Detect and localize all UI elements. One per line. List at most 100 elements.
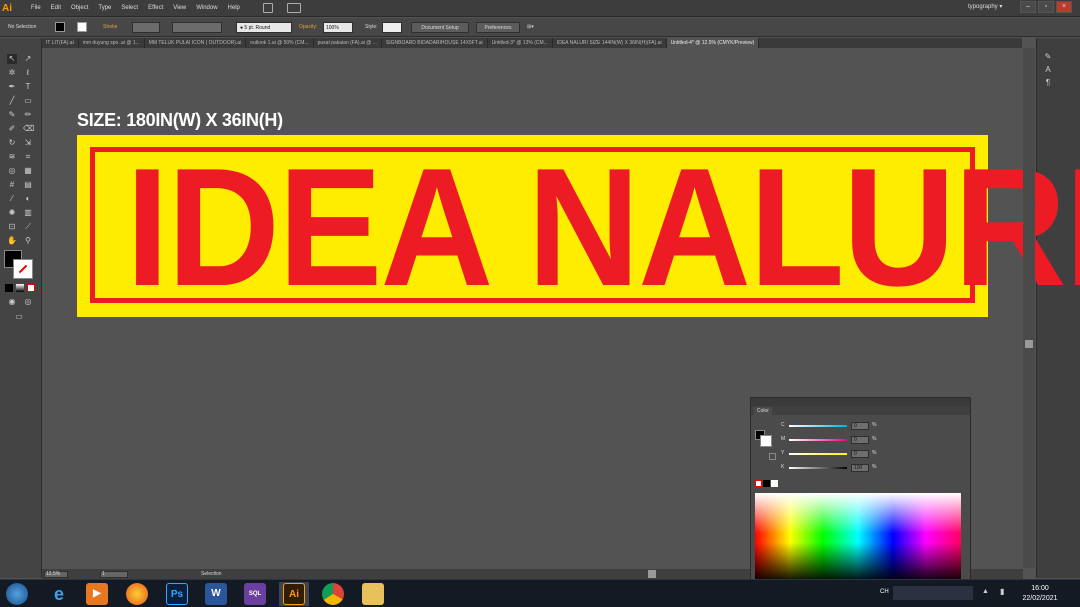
- perspective-grid-tool-icon[interactable]: ▦: [23, 166, 33, 176]
- character-panel-icon[interactable]: A: [1043, 65, 1053, 75]
- system-clock[interactable]: 16:00 22/02/2021: [1016, 584, 1064, 604]
- tab-document[interactable]: SIGNBOARD BIDADARIHOUSE 14X5FT.ai: [382, 38, 488, 48]
- stroke-swatch[interactable]: [77, 22, 87, 32]
- zoom-field[interactable]: 12.5%: [44, 571, 68, 578]
- menu-help[interactable]: Help: [223, 0, 245, 17]
- none-mode-icon[interactable]: [27, 284, 35, 292]
- lasso-tool-icon[interactable]: ℓ: [23, 68, 33, 78]
- tab-document[interactable]: pusat pakaian (FA).ai @ ...: [314, 38, 382, 48]
- graphic-style-picker[interactable]: [382, 22, 402, 33]
- taskbar-chrome[interactable]: [318, 582, 348, 606]
- stroke-weight-field[interactable]: [132, 22, 160, 33]
- menu-type[interactable]: Type: [93, 0, 116, 17]
- blend-tool-icon[interactable]: ◐: [23, 194, 33, 204]
- taskbar-firefox[interactable]: [122, 582, 152, 606]
- black-swatch[interactable]: [763, 480, 770, 487]
- cyan-slider[interactable]: [789, 425, 847, 427]
- zoom-tool-icon[interactable]: ⚲: [23, 236, 33, 246]
- symbol-sprayer-tool-icon[interactable]: ✺: [7, 208, 17, 218]
- gradient-tool-icon[interactable]: ▤: [23, 180, 33, 190]
- taskbar-ie[interactable]: e: [44, 582, 74, 606]
- out-of-gamut-icon[interactable]: [769, 453, 776, 460]
- network-icon[interactable]: ▮: [1000, 587, 1004, 596]
- close-button[interactable]: ×: [1056, 1, 1072, 13]
- taskbar-illustrator[interactable]: Ai: [279, 582, 309, 606]
- eyedropper-tool-icon[interactable]: ⁄: [7, 194, 17, 204]
- workspace-switcher[interactable]: typography ▾: [968, 3, 1002, 10]
- eraser-tool-icon[interactable]: ⌫: [23, 124, 34, 134]
- pen-tool-icon[interactable]: ✒: [7, 82, 17, 92]
- mesh-tool-icon[interactable]: #: [7, 180, 17, 190]
- menu-effect[interactable]: Effect: [143, 0, 168, 17]
- shape-builder-tool-icon[interactable]: ◎: [7, 166, 17, 176]
- opacity-field[interactable]: 100%: [323, 22, 353, 33]
- taskbar-media-player[interactable]: ▶: [82, 582, 112, 606]
- draw-behind-icon[interactable]: ◎: [23, 297, 33, 307]
- panel-header[interactable]: [751, 398, 970, 406]
- cyan-value[interactable]: 0: [851, 422, 869, 430]
- arrange-icon[interactable]: ⊞▾: [527, 22, 534, 33]
- magenta-slider[interactable]: [789, 439, 847, 441]
- fill-swatch[interactable]: [55, 22, 65, 32]
- bridge-icon[interactable]: [263, 3, 273, 13]
- tab-document[interactable]: MM TELUK PULAI ICON ( OUTDOOR).ai: [145, 38, 247, 48]
- paragraph-panel-icon[interactable]: ¶: [1043, 78, 1053, 88]
- menu-object[interactable]: Object: [66, 0, 93, 17]
- menu-window[interactable]: Window: [191, 0, 222, 17]
- width-tool-icon[interactable]: ≋: [7, 152, 17, 162]
- color-mode-icon[interactable]: [5, 284, 13, 292]
- ime-toolbar[interactable]: [893, 586, 973, 600]
- document-setup-button[interactable]: Document Setup: [411, 22, 469, 33]
- slice-tool-icon[interactable]: ⟋: [23, 222, 33, 232]
- preferences-button[interactable]: Preferences: [476, 22, 520, 33]
- tab-document[interactable]: mm duyung spo..ai @ 1...: [79, 38, 145, 48]
- screen-mode-icon[interactable]: ▭: [14, 312, 24, 322]
- line-tool-icon[interactable]: ╱: [7, 96, 17, 106]
- menu-edit[interactable]: Edit: [46, 0, 66, 17]
- paintbrush-tool-icon[interactable]: ✎: [7, 110, 17, 120]
- restore-button[interactable]: ▫: [1038, 1, 1054, 13]
- tab-document[interactable]: IDEA NALURI SIZE 144IN(W) X 36IN(H)(FA).…: [553, 38, 667, 48]
- yellow-value[interactable]: 0: [851, 450, 869, 458]
- draw-normal-icon[interactable]: ◉: [7, 297, 17, 307]
- menu-file[interactable]: File: [26, 0, 46, 17]
- magic-wand-tool-icon[interactable]: ✲: [7, 68, 17, 78]
- black-slider[interactable]: [789, 467, 847, 469]
- taskbar-photoshop[interactable]: Ps: [162, 582, 192, 606]
- vertical-scrollbar[interactable]: [1023, 48, 1035, 568]
- arrange-documents-icon[interactable]: [287, 3, 301, 13]
- color-panel-title[interactable]: Color: [754, 407, 772, 415]
- brushes-panel-icon[interactable]: ✎: [1043, 52, 1053, 62]
- signboard-text[interactable]: IDEA NALURI: [126, 143, 1080, 311]
- stroke-label[interactable]: Stroke: [103, 22, 117, 33]
- opacity-label[interactable]: Opacity:: [299, 22, 317, 33]
- tab-document[interactable]: outlook 1.ai @ 50% (CM...: [246, 38, 314, 48]
- vertical-scroll-thumb[interactable]: [1025, 340, 1033, 348]
- start-button[interactable]: [2, 582, 32, 606]
- selection-tool-icon[interactable]: ↖: [7, 54, 17, 64]
- artboard-tool-icon[interactable]: ⊡: [7, 222, 17, 232]
- tab-document[interactable]: IT LIT(FA).ai: [42, 38, 79, 48]
- none-swatch[interactable]: [755, 480, 762, 487]
- gradient-mode-icon[interactable]: [16, 284, 24, 292]
- magenta-value[interactable]: 0: [851, 436, 869, 444]
- taskbar-word[interactable]: W: [201, 582, 231, 606]
- blob-brush-tool-icon[interactable]: ✐: [7, 124, 17, 134]
- tab-document[interactable]: Untitled-3* @ 13% (CM...: [488, 38, 553, 48]
- taskbar-explorer[interactable]: [358, 582, 388, 606]
- variable-width-profile[interactable]: [172, 22, 222, 33]
- scale-tool-icon[interactable]: ⇲: [23, 138, 33, 148]
- column-graph-tool-icon[interactable]: ▥: [23, 208, 33, 218]
- rotate-tool-icon[interactable]: ↻: [7, 138, 17, 148]
- menu-select[interactable]: Select: [116, 0, 143, 17]
- yellow-slider[interactable]: [789, 453, 847, 455]
- show-hidden-icons-icon[interactable]: ▲: [982, 588, 989, 595]
- free-transform-tool-icon[interactable]: ⌗: [23, 152, 33, 162]
- panel-stroke-swatch[interactable]: [760, 435, 772, 447]
- signboard-artwork[interactable]: IDEA NALURI: [77, 135, 1080, 317]
- pencil-tool-icon[interactable]: ✏: [23, 110, 33, 120]
- minimize-button[interactable]: –: [1020, 1, 1036, 13]
- artboard-number-field[interactable]: 1: [100, 571, 128, 578]
- stroke-color-icon[interactable]: [13, 259, 33, 279]
- tab-document-active[interactable]: Untitled-4* @ 12.5% (CMYK/Preview): [666, 38, 760, 48]
